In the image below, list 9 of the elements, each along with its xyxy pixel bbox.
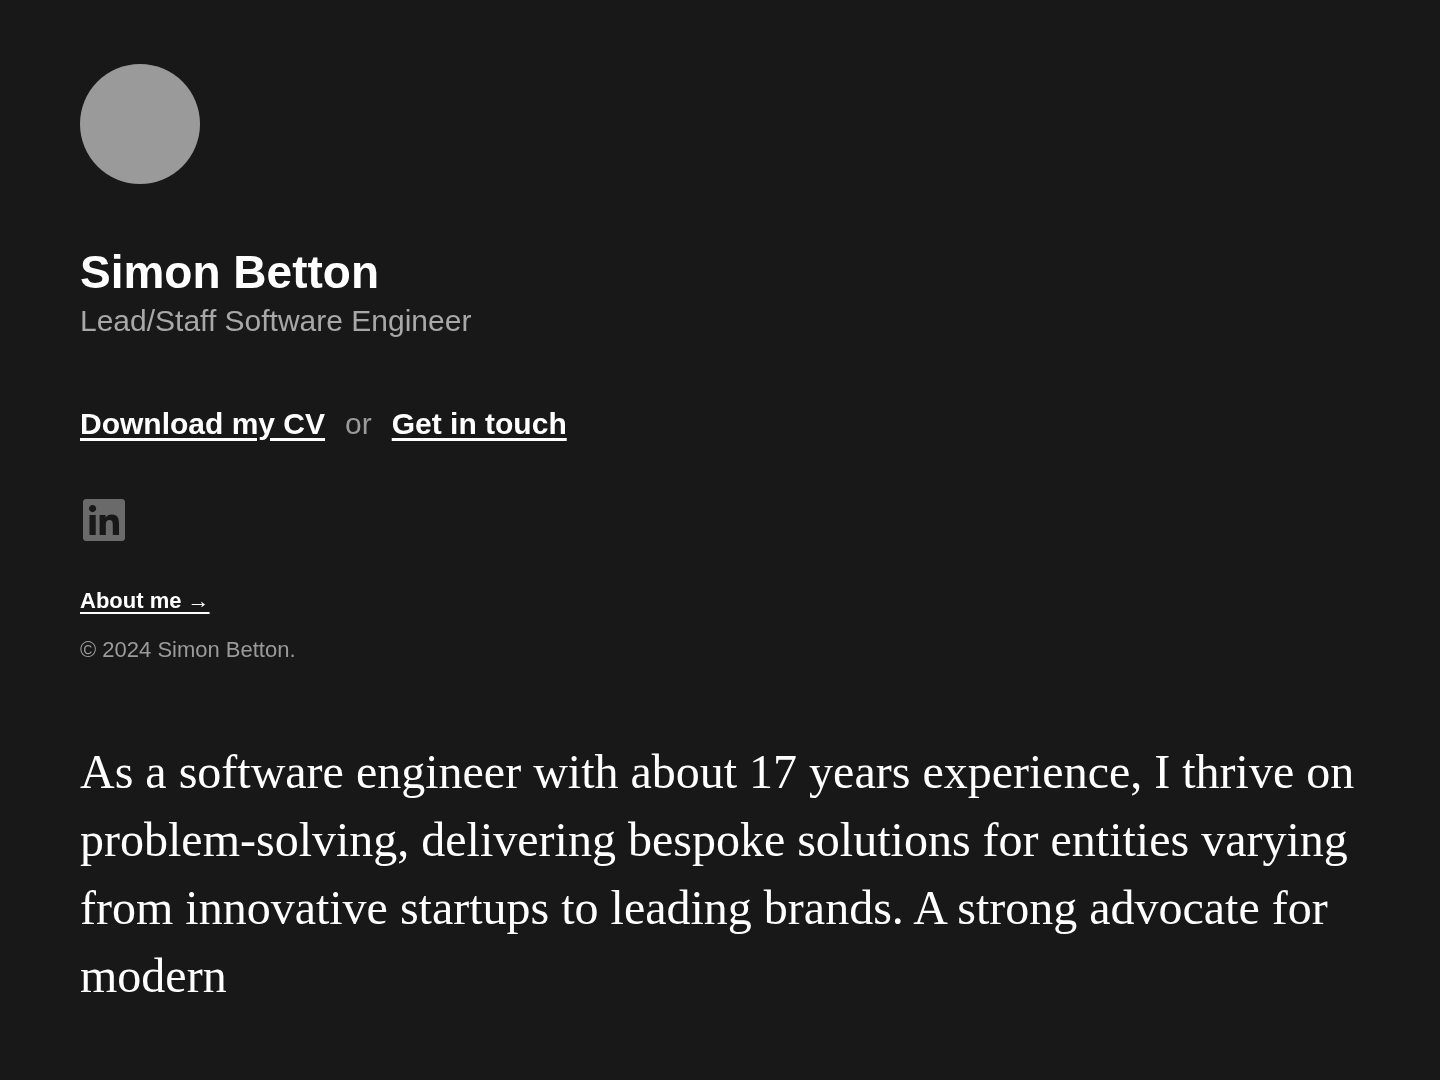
get-in-touch-link[interactable]: Get in touch: [391, 401, 567, 446]
copyright-text: © 2024 Simon Betton.: [80, 636, 296, 664]
intro-paragraph: As a software engineer with about 17 years experience, I thrive on problem-solving, delivering bespoke solutions for entities varying from innovative startups to leading brands. A strong advocate for modern: [80, 744, 1356, 1004]
about-me-link[interactable]: About me →: [80, 584, 210, 617]
job-title: Lead/Staff Software Engineer: [80, 302, 472, 339]
separator-text: or: [345, 406, 372, 442]
person-name: Simon Betton: [80, 245, 379, 300]
linkedin-icon[interactable]: [80, 496, 128, 544]
download-cv-link[interactable]: Download my CV: [80, 401, 326, 446]
